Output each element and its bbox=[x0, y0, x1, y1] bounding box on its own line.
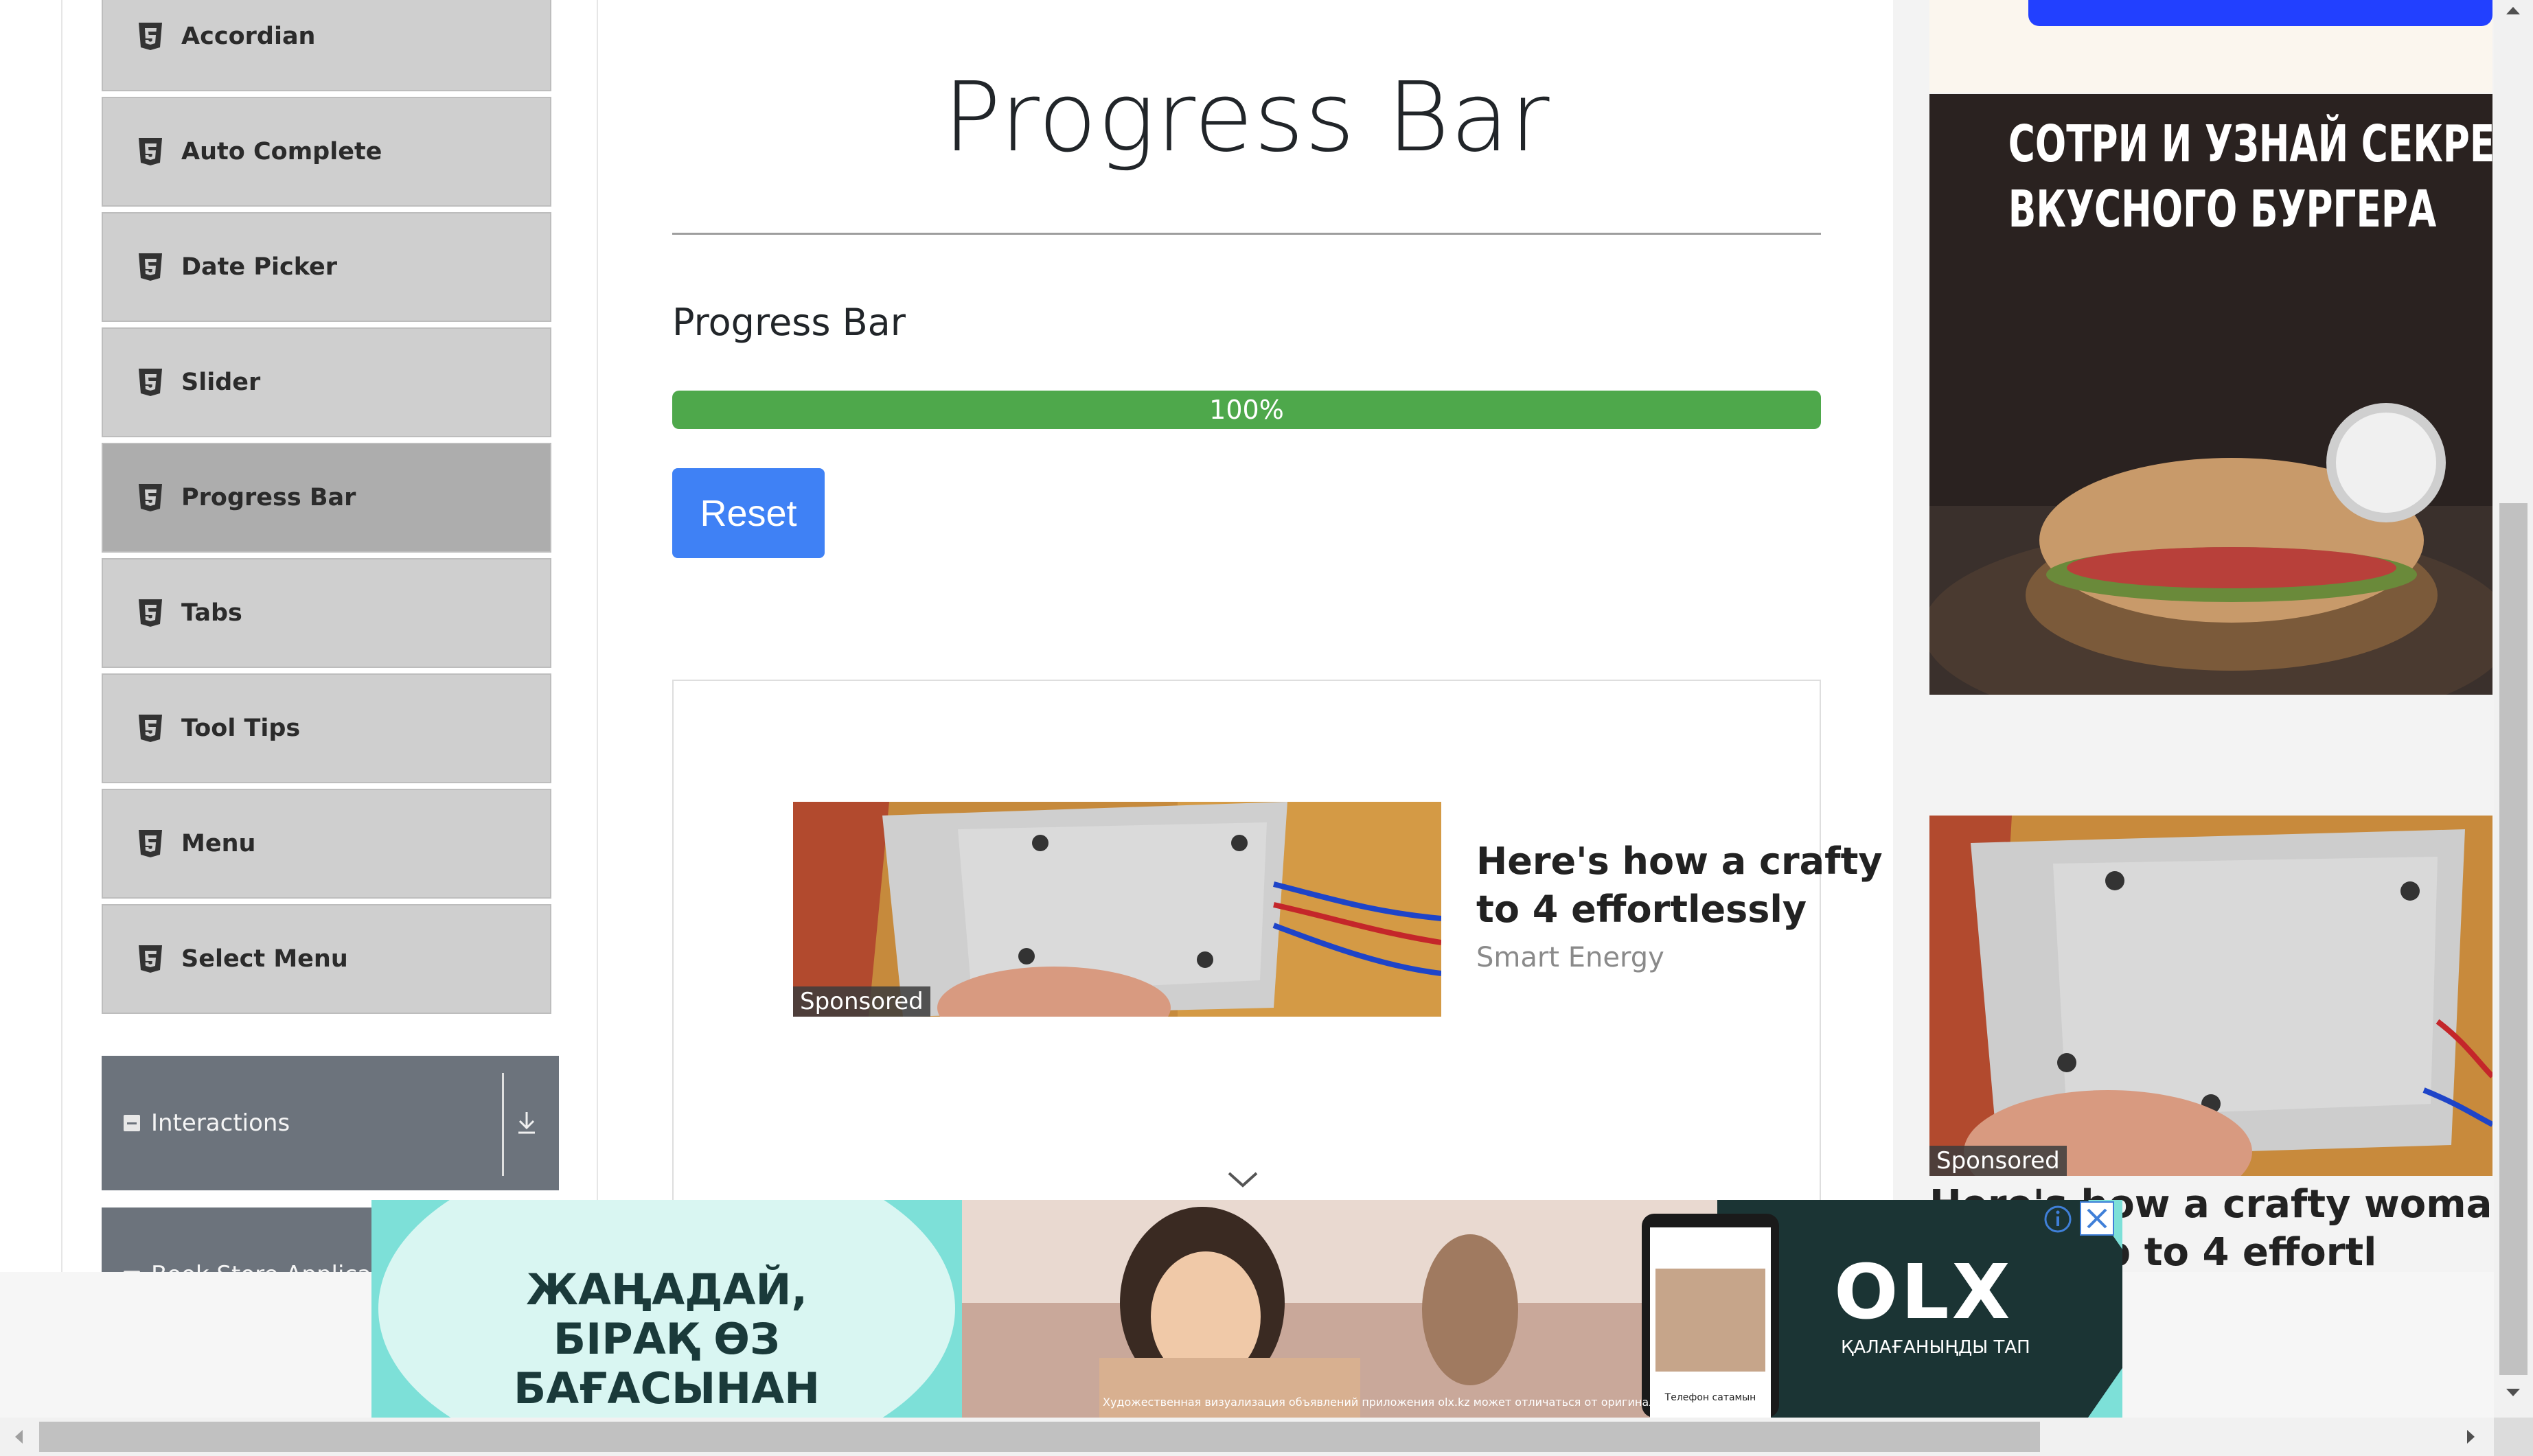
banner-disclaimer: Художественная визуализация объявлений п… bbox=[1103, 1396, 1663, 1409]
sidebar-item-label: Select Menu bbox=[181, 945, 348, 973]
sidebar-item-label: Slider bbox=[181, 369, 261, 396]
html5-icon bbox=[139, 830, 162, 857]
sidebar-item-accordian[interactable]: Accordian bbox=[102, 0, 551, 91]
ad-image[interactable]: Sponsored bbox=[793, 802, 1441, 1017]
sidebar-item-label: Auto Complete bbox=[181, 138, 382, 165]
collapse-icon bbox=[124, 1115, 140, 1131]
banner-headline-line: ЖАҢАДАЙ, БІРАҚ ӨЗ bbox=[526, 1264, 807, 1364]
ad-close-icon[interactable] bbox=[2080, 1201, 2114, 1236]
sidebar-item-select-menu[interactable]: Select Menu bbox=[102, 904, 551, 1014]
scrollbar-corner bbox=[2494, 1418, 2533, 1456]
olx-logo: OLX bbox=[1834, 1248, 2013, 1336]
download-arrow-icon[interactable] bbox=[515, 1109, 538, 1137]
html5-icon bbox=[139, 945, 162, 973]
ad-info-icon[interactable] bbox=[2043, 1204, 2073, 1234]
progress-bar: 100% bbox=[672, 391, 1821, 429]
ad-cta-button[interactable] bbox=[2028, 0, 2492, 26]
ad-source: Smart Energy bbox=[1476, 942, 1664, 973]
horizontal-scrollbar-thumb[interactable] bbox=[39, 1422, 2040, 1452]
chevron-down-icon[interactable] bbox=[1226, 1170, 1259, 1190]
ad-headline-line: ВКУСНОГО БУРГЕРА bbox=[2008, 180, 2437, 239]
sidebar-item-label: Tool Tips bbox=[181, 715, 301, 742]
html5-icon bbox=[139, 484, 162, 511]
html5-icon bbox=[139, 715, 162, 742]
phone-caption: Телефон сатамын bbox=[1664, 1392, 1756, 1403]
sponsored-badge: Sponsored bbox=[1929, 1146, 2067, 1176]
divider bbox=[502, 1073, 504, 1176]
olx-banner-ad[interactable]: ЖАҢАДАЙ, БІРАҚ ӨЗ БАҒАСЫНАН АРЗАН Художе… bbox=[371, 1200, 2122, 1418]
ad-headline-line: Here's how a crafty wo bbox=[1476, 840, 1888, 883]
html5-icon bbox=[139, 599, 162, 627]
sidebar-item-label: Tabs bbox=[181, 599, 242, 627]
scroll-down-icon[interactable] bbox=[2504, 1387, 2522, 1399]
sponsored-badge: Sponsored bbox=[793, 986, 930, 1017]
scratch-circle-icon[interactable] bbox=[2324, 401, 2448, 524]
progress-bar-label: Progress Bar bbox=[672, 301, 906, 344]
ad-headline[interactable]: Here's how a crafty wo to 4 effortlessly bbox=[1476, 837, 1888, 934]
sidebar-item-slider[interactable]: Slider bbox=[102, 327, 551, 437]
sidebar-item-label: Accordian bbox=[181, 23, 316, 50]
progress-value: 100% bbox=[1209, 395, 1284, 425]
scroll-right-icon[interactable] bbox=[2465, 1428, 2477, 1446]
html5-icon bbox=[139, 253, 162, 281]
ad-image[interactable]: Sponsored bbox=[1929, 816, 2492, 1176]
burger-ad[interactable]: СОТРИ И УЗНАЙ СЕКРЕТ ВКУСНОГО БУРГЕРА bbox=[1929, 94, 2492, 695]
sidebar-item-tool-tips[interactable]: Tool Tips bbox=[102, 673, 551, 783]
sidebar-item-date-picker[interactable]: Date Picker bbox=[102, 212, 551, 322]
sidebar-item-label: Date Picker bbox=[181, 253, 338, 281]
page-title: Progress Bar bbox=[943, 62, 1550, 174]
vertical-scrollbar-thumb[interactable] bbox=[2499, 503, 2528, 1375]
banner-tagline: ҚАЛАҒАНЫҢДЫ ТАП bbox=[1841, 1337, 2030, 1358]
divider bbox=[672, 233, 1821, 235]
ad-headline-line: to 4 effortlessly bbox=[1476, 888, 1807, 931]
sidebar-item-auto-complete[interactable]: Auto Complete bbox=[102, 97, 551, 207]
sidebar-item-menu[interactable]: Menu bbox=[102, 789, 551, 899]
sidebar-item-progress-bar[interactable]: Progress Bar bbox=[102, 443, 551, 553]
html5-icon bbox=[139, 23, 162, 50]
html5-icon bbox=[139, 138, 162, 165]
sidebar-group-interactions[interactable]: Interactions bbox=[102, 1056, 559, 1190]
progress-fill: 100% bbox=[672, 391, 1821, 429]
ad-headline-line: СОТРИ И УЗНАЙ СЕКРЕТ bbox=[2008, 115, 2492, 174]
sidebar-item-label: Progress Bar bbox=[181, 484, 356, 511]
sidebar-group-label: Interactions bbox=[151, 1109, 290, 1137]
scroll-left-icon[interactable] bbox=[12, 1428, 25, 1446]
reset-button[interactable]: Reset bbox=[672, 468, 825, 558]
html5-icon bbox=[139, 369, 162, 396]
sidebar-item-label: Menu bbox=[181, 830, 256, 857]
scroll-up-icon[interactable] bbox=[2504, 4, 2522, 16]
banner-headline-line: БАҒАСЫНАН АРЗАН bbox=[514, 1363, 820, 1418]
sidebar-item-tabs[interactable]: Tabs bbox=[102, 558, 551, 668]
